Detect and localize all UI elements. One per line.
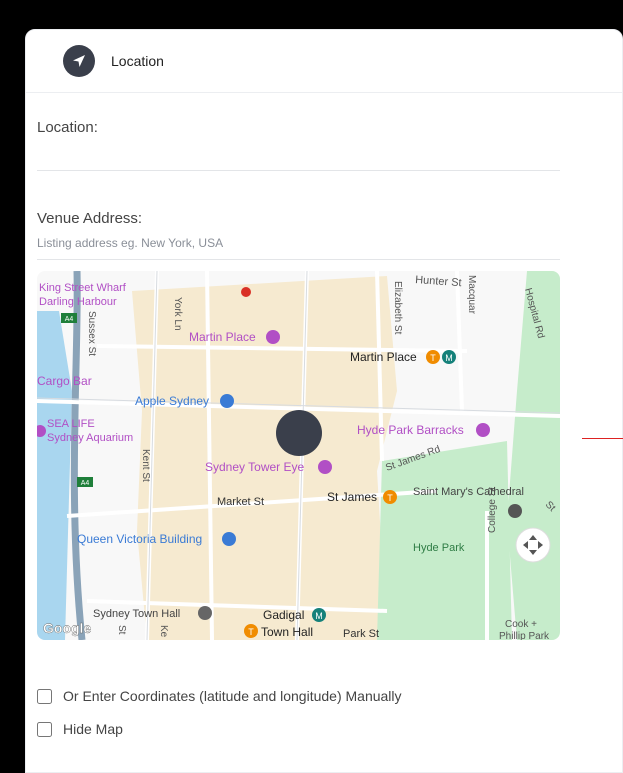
map-cbd-area xyxy=(132,276,397,640)
venue-address-input[interactable] xyxy=(37,233,560,253)
map-marker-red-top xyxy=(241,287,251,297)
hide-map-label: Hide Map xyxy=(63,721,123,737)
map-label-sussex-st: Sussex St xyxy=(86,311,97,356)
card-title: Location xyxy=(111,53,164,69)
location-input[interactable] xyxy=(37,142,560,170)
annotation-line xyxy=(582,438,623,439)
map-label-sea-life: SEA LIFE xyxy=(47,418,95,430)
map-label-elizabeth-st: Elizabeth St xyxy=(392,281,403,335)
map-label-kent-st: Kent St xyxy=(140,449,151,482)
hide-map-checkbox[interactable] xyxy=(37,721,52,737)
map-label-market-st: Market St xyxy=(217,496,264,508)
map-label-macquarie-st: Macquar xyxy=(466,275,477,315)
venue-address-underline xyxy=(37,259,560,260)
venue-address-field: Venue Address: xyxy=(37,210,560,260)
navigation-arrow-icon xyxy=(63,45,95,77)
map-canvas[interactable]: A4 A4 King Street Wharf Darling Harbour … xyxy=(37,271,560,640)
map-label-martin-place-station: Martin Place xyxy=(350,350,417,364)
map-label-cargo-bar: Cargo Bar xyxy=(37,374,92,388)
map-label-hyde-park-barracks: Hyde Park Barracks xyxy=(357,423,464,437)
manual-coordinates-label: Or Enter Coordinates (latitude and longi… xyxy=(63,688,402,704)
map-route-a4-top: A4 xyxy=(65,316,74,323)
manual-coordinates-checkbox[interactable] xyxy=(37,688,52,704)
map-label-qvb: Queen Victoria Building xyxy=(77,532,202,546)
map-label-cook-phillip-1: Cook + xyxy=(505,619,537,630)
map-marker-saint-marys xyxy=(508,504,522,518)
map-badge-martin-place-metro-label: M xyxy=(445,353,453,363)
google-logo: Google xyxy=(43,620,91,636)
map-marker-sydney-tower-eye xyxy=(318,460,332,474)
map-label-st-short: St xyxy=(116,625,127,635)
map-hyde-park xyxy=(377,441,512,640)
map-badge-st-james-train-label: T xyxy=(387,493,393,503)
map-location-marker[interactable] xyxy=(276,410,322,456)
map-badge-gadigal-metro-label: M xyxy=(315,611,323,621)
map-label-gadigal: Gadigal xyxy=(263,608,304,622)
map-label-st-james: St James xyxy=(327,490,377,504)
map-marker-sydney-town-hall xyxy=(198,606,212,620)
map-pan-control[interactable] xyxy=(515,527,551,563)
map-marker-martin-place-plaza xyxy=(266,330,280,344)
map-label-hyde-park: Hyde Park xyxy=(413,542,465,554)
map-label-martin-place-plaza: Martin Place xyxy=(189,330,256,344)
map-badge-town-hall-train-label: T xyxy=(248,627,254,637)
map-marker-qvb xyxy=(222,532,236,546)
location-underline xyxy=(37,170,560,171)
map-label-apple-sydney: Apple Sydney xyxy=(135,394,209,408)
venue-address-label: Venue Address: xyxy=(37,210,143,227)
manual-coordinates-option[interactable]: Or Enter Coordinates (latitude and longi… xyxy=(37,688,402,704)
card-header: Location xyxy=(26,30,622,93)
hide-map-option[interactable]: Hide Map xyxy=(37,721,123,737)
location-field: Location: xyxy=(37,119,560,171)
map-label-king-street-wharf: King Street Wharf xyxy=(39,282,127,294)
map-label-sydney-aquarium: Sydney Aquarium xyxy=(47,432,133,444)
map-label-sydney-town-hall: Sydney Town Hall xyxy=(93,608,180,620)
map-label-park-st: Park St xyxy=(343,628,379,640)
map-badge-martin-place-train-label: T xyxy=(430,353,436,363)
map-widget[interactable]: A4 A4 King Street Wharf Darling Harbour … xyxy=(37,271,560,640)
map-label-ke: Ke xyxy=(158,625,169,638)
map-label-saint-marys: Saint Mary's Cathedral xyxy=(413,486,524,498)
map-label-town-hall: Town Hall xyxy=(261,625,313,639)
map-route-a4-bottom: A4 xyxy=(81,480,90,487)
location-label: Location: xyxy=(37,119,98,136)
map-label-cook-phillip-2: Phillip Park xyxy=(499,631,550,640)
map-marker-hyde-park-barracks xyxy=(476,423,490,437)
map-marker-apple-sydney xyxy=(220,394,234,408)
map-label-york-ln: York Ln xyxy=(172,297,183,331)
map-label-sydney-tower-eye: Sydney Tower Eye xyxy=(205,460,304,474)
map-label-darling-harbour: Darling Harbour xyxy=(39,296,117,308)
